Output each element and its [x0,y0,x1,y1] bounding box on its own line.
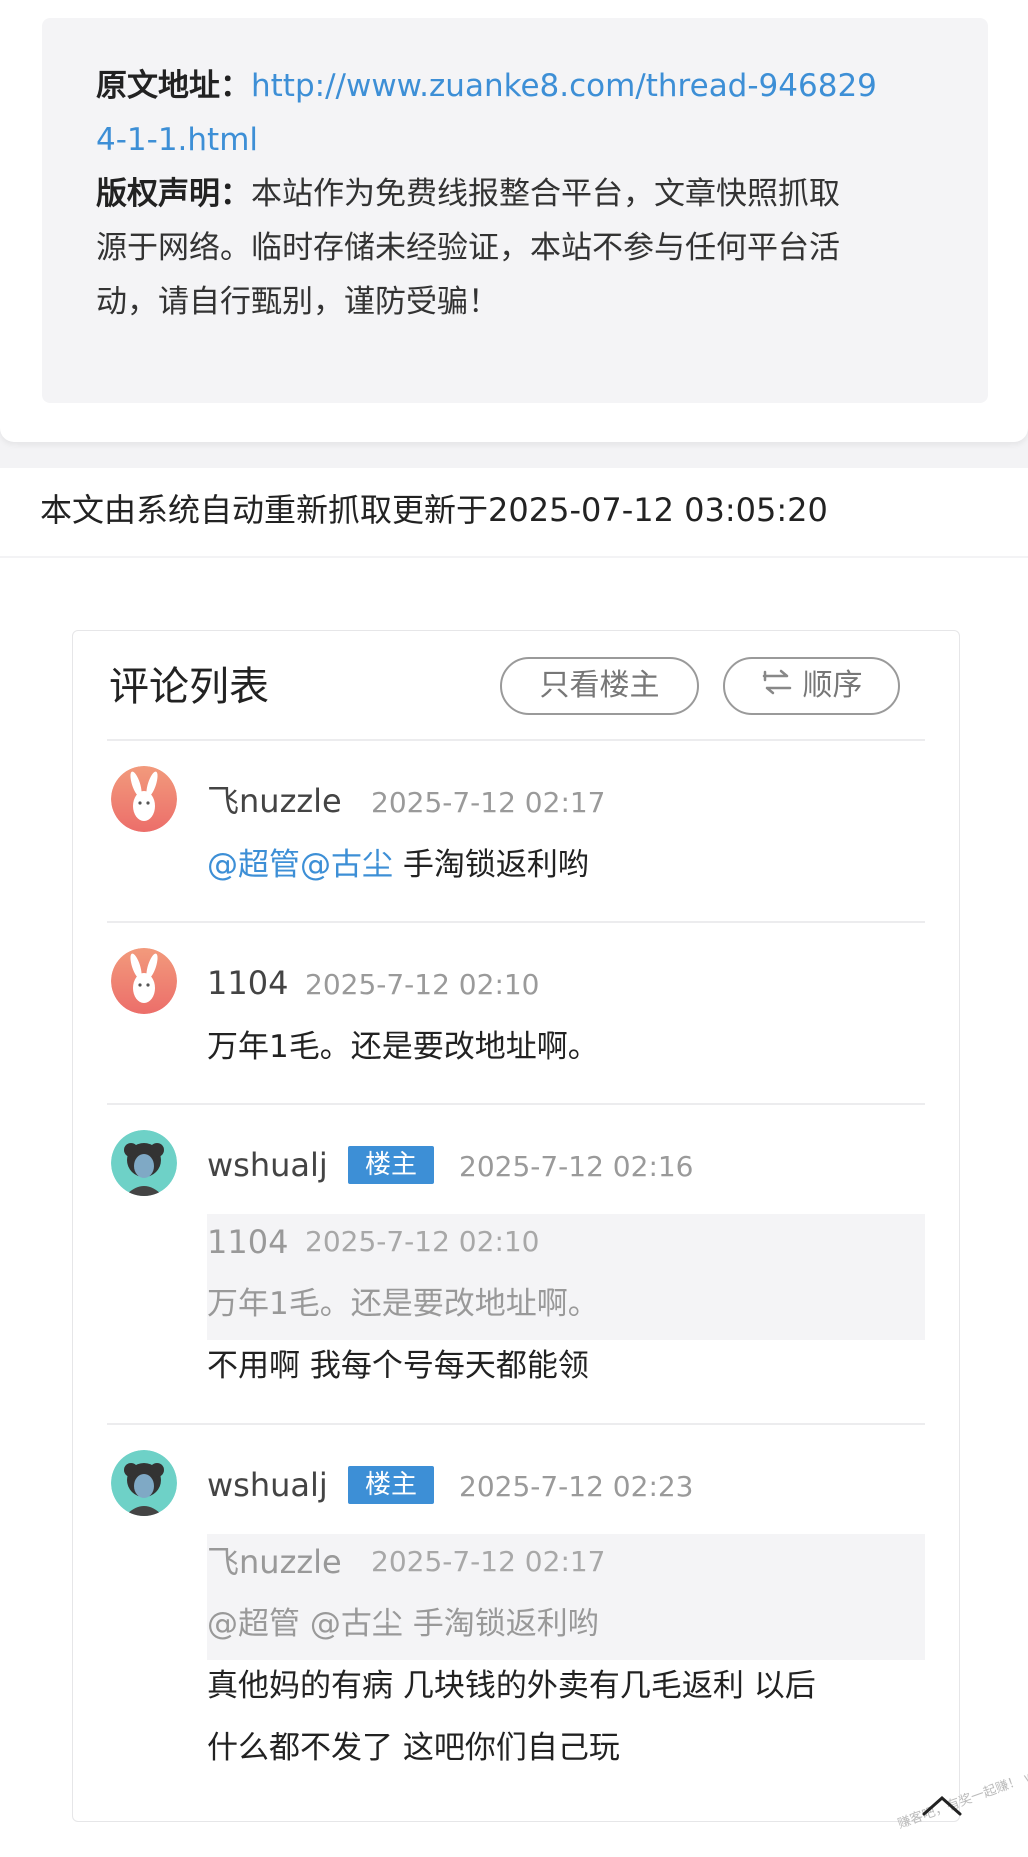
copyright-text-2: 源于网络。临时存储未经验证，本站不参与任何平台活 [96,230,840,266]
order-button[interactable]: 顺序 [723,657,900,715]
copyright-line-3: 动，请自行甄别，谨防受骗！ [96,270,976,334]
swap-order-icon [761,660,793,714]
copyright-text-3: 动，请自行甄别，谨防受骗！ [96,284,499,320]
comment-time: 2025-7-12 02:23 [459,1470,694,1503]
only-op-button[interactable]: 只看楼主 [500,657,699,715]
order-label: 顺序 [802,668,863,703]
source-info-card: 原文地址：http://www.zuanke8.com/thread-94682… [0,0,1028,442]
divider [107,1103,925,1105]
comments-title: 评论列表 [109,664,269,710]
scroll-to-top-button[interactable] [918,1786,966,1822]
comment-content: 不用啊 我每个号每天都能领 [207,1348,589,1384]
comment-content: @超管@古尘 手淘锁返利哟 [207,843,589,887]
comments-card: 评论列表 只看楼主 顺序 飞nuzzle 2025-7-12 02:17 @超管… [72,630,960,1822]
copyright-text-1: 本站作为免费线报整合平台，文章快照抓取 [251,176,840,212]
avatar[interactable] [111,1130,177,1196]
avatar[interactable] [111,948,177,1014]
quoted-time: 2025-7-12 02:10 [305,1225,540,1258]
copyright-label: 版权声明： [96,176,251,212]
comment-time: 2025-7-12 02:17 [371,786,606,819]
divider [107,921,925,923]
comment-time: 2025-7-12 02:10 [305,968,540,1001]
update-notice: 本文由系统自动重新抓取更新于2025-07-12 03:05:20 [0,468,1028,556]
only-op-label: 只看楼主 [539,668,660,703]
update-notice-text: 本文由系统自动重新抓取更新于2025-07-12 03:05:20 [40,491,828,529]
avatar[interactable] [111,766,177,832]
person-avatar-icon [111,1450,177,1516]
comment-username[interactable]: 飞nuzzle [207,779,342,823]
quoted-text: @超管 @古尘 手淘锁返利哟 [207,1606,599,1642]
comment-content-line-2: 什么都不发了 这吧你们自己玩 [207,1730,620,1766]
quoted-username: 1104 [207,1223,289,1261]
quoted-comment: 飞nuzzle 2025-7-12 02:17 @超管 @古尘 手淘锁返利哟 [207,1534,925,1660]
source-link-part2[interactable]: 4-1-1.html [96,122,258,158]
comment-mention[interactable]: @超管@古尘 [207,847,393,883]
rabbit-avatar-icon [111,948,177,1014]
comment-text: 手淘锁返利哟 [393,847,589,883]
comment-content-line-1: 真他妈的有病 几块钱的外卖有几毛返利 以后 [207,1668,816,1704]
quoted-text: 万年1毛。还是要改地址啊。 [207,1286,599,1322]
op-badge: 楼主 [348,1466,434,1504]
op-badge: 楼主 [348,1146,434,1184]
chevron-up-icon [922,1795,962,1816]
avatar[interactable] [111,1450,177,1516]
divider [107,1423,925,1425]
quoted-time: 2025-7-12 02:17 [371,1545,606,1578]
comment-username[interactable]: wshualj [207,1143,328,1187]
rabbit-avatar-icon [111,766,177,832]
comment-username[interactable]: wshualj [207,1463,328,1507]
quoted-comment: 1104 2025-7-12 02:10 万年1毛。还是要改地址啊。 [207,1214,925,1340]
source-address-label: 原文地址： [96,68,251,104]
divider [107,739,925,741]
source-info-box: 原文地址：http://www.zuanke8.com/thread-94682… [42,18,988,403]
quoted-username: 飞nuzzle [207,1543,342,1581]
comment-content: 万年1毛。还是要改地址啊。 [207,1029,599,1065]
comment-time: 2025-7-12 02:16 [459,1150,694,1183]
person-avatar-icon [111,1130,177,1196]
comment-username[interactable]: 1104 [207,961,288,1005]
source-link[interactable]: http://www.zuanke8.com/thread-946829 [251,68,877,104]
